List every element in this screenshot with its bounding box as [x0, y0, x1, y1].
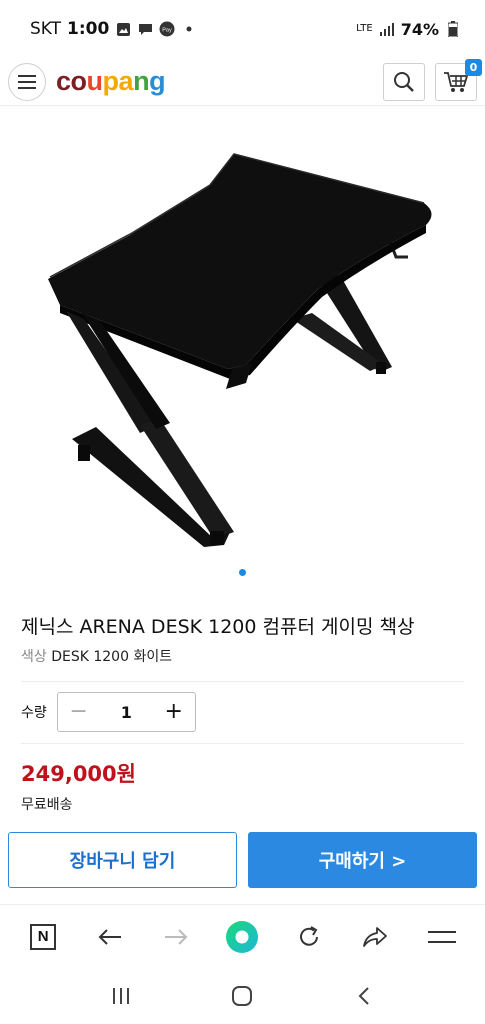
refresh-button[interactable]: [287, 915, 331, 959]
browser-menu-button[interactable]: [420, 915, 464, 959]
product-image[interactable]: [0, 107, 485, 593]
recent-apps-button[interactable]: [99, 974, 143, 1018]
site-header: coupang 0: [0, 58, 485, 106]
battery-icon: [445, 21, 461, 37]
divider: [21, 743, 464, 744]
system-back-button[interactable]: [342, 974, 386, 1018]
gaming-desk-photo: [48, 153, 432, 547]
search-icon: [394, 71, 414, 92]
green-dot-button[interactable]: [220, 915, 264, 959]
increase-quantity-button[interactable]: +: [164, 701, 184, 723]
quantity-label: 수량: [21, 705, 47, 721]
menu-icon: [427, 930, 456, 943]
quantity-value[interactable]: 1: [121, 703, 132, 722]
gallery-notification-icon: [115, 21, 131, 37]
message-notification-icon: [137, 21, 153, 37]
divider: [21, 681, 464, 682]
green-dot-icon: [226, 920, 259, 953]
decrease-quantity-button[interactable]: −: [69, 701, 89, 723]
share-icon: [363, 926, 388, 947]
status-bar: SKT 1:00 Pay LTE 74%: [0, 0, 485, 58]
coupang-logo[interactable]: coupang: [56, 66, 166, 97]
recent-apps-icon: [112, 988, 129, 1004]
quantity-row: 수량 − 1 +: [21, 692, 196, 732]
back-button[interactable]: [88, 915, 132, 959]
quantity-stepper[interactable]: − 1 +: [56, 692, 196, 732]
back-icon: [358, 987, 369, 1005]
cart-count-badge: 0: [465, 58, 482, 76]
naver-button[interactable]: N: [21, 915, 65, 959]
forward-arrow-icon: [165, 928, 188, 945]
back-arrow-icon: [98, 928, 121, 945]
pay-notification-icon: Pay: [159, 21, 175, 37]
product-price: 249,000원: [21, 762, 136, 786]
naver-icon: N: [30, 923, 57, 950]
lte-icon: LTE: [356, 24, 373, 34]
option-label: 색상: [21, 649, 47, 665]
home-button[interactable]: [220, 974, 264, 1018]
carousel-dot-active[interactable]: [239, 569, 246, 576]
system-nav-bar: [0, 968, 485, 1024]
selected-option[interactable]: 색상 DESK 1200 화이트: [21, 646, 172, 666]
forward-button[interactable]: [154, 915, 198, 959]
option-value: DESK 1200 화이트: [51, 649, 173, 665]
battery-percent: 74%: [400, 19, 439, 39]
menu-button[interactable]: [8, 62, 46, 101]
network-type: LTE: [356, 23, 373, 34]
share-button[interactable]: [353, 915, 397, 959]
buy-now-button[interactable]: 구매하기 >: [248, 832, 477, 888]
browser-toolbar: N: [0, 904, 485, 968]
carrier: SKT: [30, 19, 62, 39]
product-title: 제닉스 ARENA DESK 1200 컴퓨터 게이밍 책상: [21, 616, 415, 638]
home-icon: [232, 986, 253, 1006]
refresh-icon: [299, 925, 318, 946]
clock: 1:00: [67, 19, 110, 39]
shipping-info: 무료배송: [21, 797, 73, 813]
search-button[interactable]: [383, 62, 425, 101]
hamburger-icon: [18, 74, 36, 89]
more-notifications-icon: [181, 21, 197, 37]
signal-icon: [379, 21, 395, 37]
cart-button[interactable]: 0: [435, 58, 482, 101]
add-to-cart-button[interactable]: 장바구니 담기: [8, 832, 237, 888]
svg-text:Pay: Pay: [163, 28, 173, 34]
